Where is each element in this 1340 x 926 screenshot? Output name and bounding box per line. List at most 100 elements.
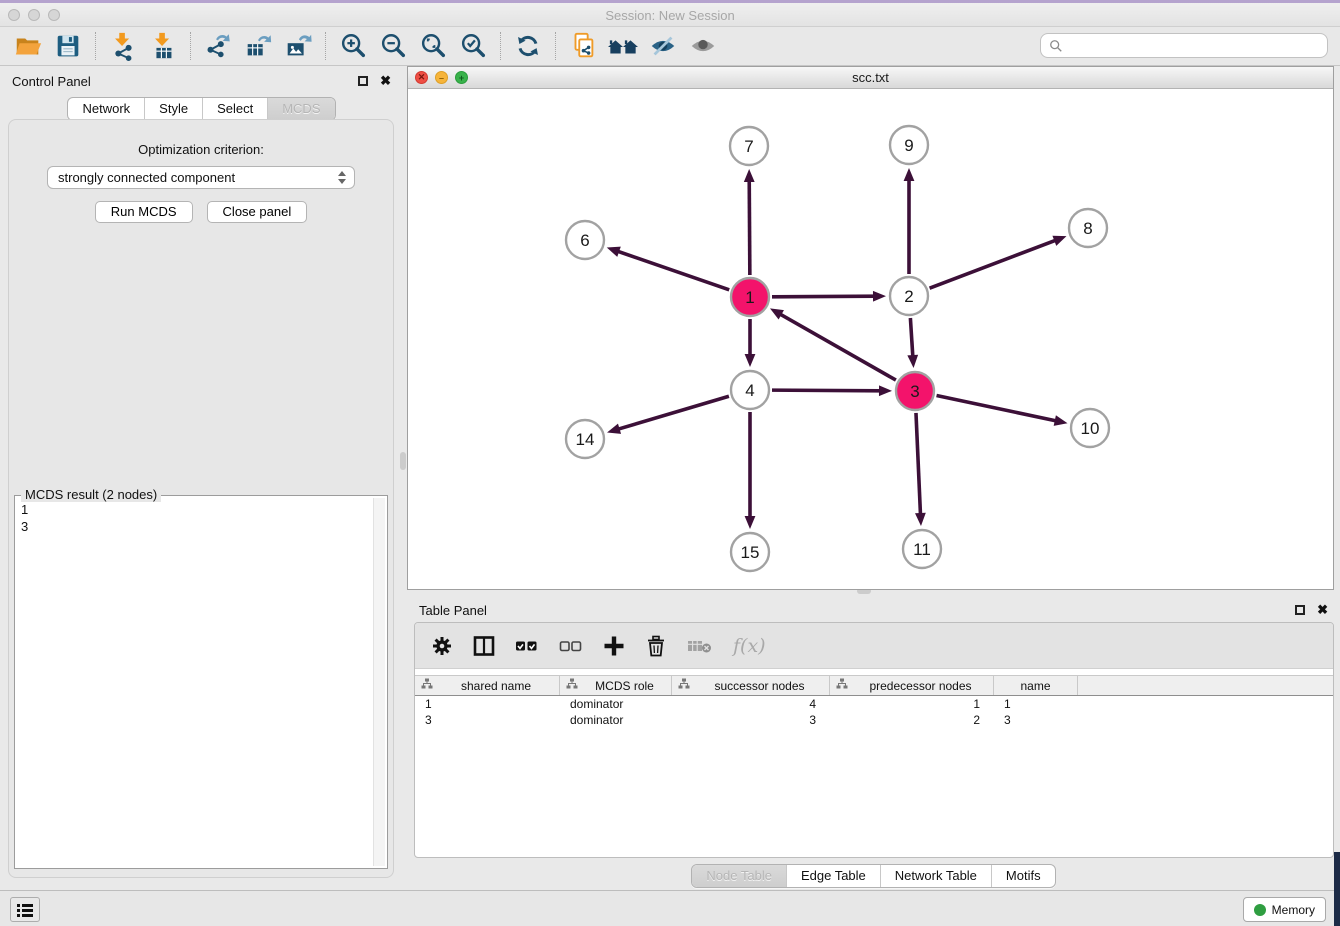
close-panel-icon[interactable]: ✖ (380, 73, 391, 89)
zoom-fit-icon[interactable] (413, 29, 453, 63)
tab-mcds[interactable]: MCDS (267, 98, 334, 120)
column-tree-icon (836, 678, 848, 693)
mcds-button-row: Run MCDS Close panel (9, 201, 393, 223)
graph-node-label-6: 6 (580, 231, 589, 250)
memory-button-label: Memory (1272, 903, 1315, 917)
run-mcds-button[interactable]: Run MCDS (95, 201, 193, 223)
control-panel-header: Control Panel ✖ (0, 66, 403, 96)
column-header-label: shared name (433, 679, 559, 693)
table-panel-header: Table Panel ✖ (407, 595, 1340, 625)
graph-edge-3-11[interactable] (916, 413, 921, 515)
graph-node-label-9: 9 (904, 136, 913, 155)
show-columns-icon[interactable] (473, 631, 495, 661)
memory-button[interactable]: Memory (1243, 897, 1326, 922)
graph-edge-3-10[interactable] (937, 396, 1057, 421)
float-table-panel-icon[interactable] (1295, 605, 1305, 615)
close-panel-button[interactable]: Close panel (207, 201, 308, 223)
table-cell[interactable]: 3 (415, 712, 560, 728)
optimization-criterion-label: Optimization criterion: (9, 142, 393, 157)
task-history-button[interactable] (10, 897, 40, 922)
graph-node-label-10: 10 (1081, 419, 1100, 438)
tab-motifs[interactable]: Motifs (991, 865, 1055, 887)
search-field[interactable] (1040, 33, 1328, 58)
vertical-splitter-handle[interactable] (400, 452, 406, 470)
duplicate-network-icon[interactable] (563, 29, 603, 63)
graph-node-label-4: 4 (745, 381, 754, 400)
tab-network[interactable]: Network (68, 98, 144, 120)
graph-node-label-14: 14 (576, 430, 595, 449)
graph-edge-4-3[interactable] (772, 390, 881, 391)
graph-node-label-7: 7 (744, 137, 753, 156)
column-header-shared-name[interactable]: shared name (415, 676, 560, 695)
mcds-result-text[interactable]: 1 3 (17, 499, 371, 866)
network-window-title: scc.txt (408, 70, 1333, 85)
export-image-icon[interactable] (278, 29, 318, 63)
export-table-icon[interactable] (238, 29, 278, 63)
import-table-icon[interactable] (143, 29, 183, 63)
column-header-successor-nodes[interactable]: successor nodes (672, 676, 830, 695)
hide-selected-icon[interactable] (643, 29, 683, 63)
zoom-in-icon[interactable] (333, 29, 373, 63)
first-neighbors-icon[interactable] (603, 29, 643, 63)
function-builder-icon[interactable]: f(x) (733, 631, 766, 661)
graph-edge-1-6[interactable] (617, 251, 729, 290)
table-body: 1dominator4113dominator323 (415, 696, 1333, 728)
criterion-dropdown[interactable]: strongly connected component (47, 166, 355, 189)
float-panel-icon[interactable] (358, 76, 368, 86)
zoom-selected-icon[interactable] (453, 29, 493, 63)
close-table-panel-icon[interactable]: ✖ (1317, 602, 1328, 618)
table-cell[interactable]: 1 (830, 696, 994, 712)
zoom-out-icon[interactable] (373, 29, 413, 63)
graph-edge-3-1[interactable] (780, 314, 896, 380)
graph-arrowhead-2-9 (904, 168, 915, 181)
toolbar-separator (555, 32, 556, 60)
table-panel: Table Panel ✖ (407, 595, 1340, 890)
column-header-predecessor-nodes[interactable]: predecessor nodes (830, 676, 994, 695)
table-cell[interactable]: dominator (560, 712, 672, 728)
column-tree-icon (421, 678, 433, 693)
tab-node-table[interactable]: Node Table (692, 865, 786, 887)
save-session-icon[interactable] (48, 29, 88, 63)
network-canvas[interactable]: 1234678910111415 (408, 89, 1333, 589)
table-cell[interactable]: 3 (994, 712, 1078, 728)
graph-edge-1-2[interactable] (772, 296, 875, 297)
add-column-icon[interactable] (603, 631, 625, 661)
table-toolbar: f(x) (415, 623, 1333, 669)
graph-edge-4-14[interactable] (618, 396, 729, 429)
column-header-label: name (994, 679, 1077, 693)
select-all-rows-icon[interactable] (515, 631, 539, 661)
graph-edge-2-3[interactable] (910, 318, 912, 357)
column-header-name[interactable]: name (994, 676, 1078, 695)
table-cell[interactable]: 3 (672, 712, 830, 728)
tab-edge-table[interactable]: Edge Table (786, 865, 880, 887)
table-cell[interactable]: 4 (672, 696, 830, 712)
export-network-icon[interactable] (198, 29, 238, 63)
control-panel-tabs: NetworkStyleSelectMCDS (67, 97, 335, 121)
graph-edge-1-7[interactable] (749, 180, 750, 275)
delete-columns-icon[interactable] (645, 631, 667, 661)
table-cell[interactable]: dominator (560, 696, 672, 712)
table-cell[interactable]: 2 (830, 712, 994, 728)
table-row[interactable]: 3dominator323 (415, 712, 1333, 728)
mcds-panel: Optimization criterion: strongly connect… (8, 119, 394, 878)
graph-node-label-15: 15 (741, 543, 760, 562)
mcds-result-scrollbar[interactable] (373, 498, 385, 866)
tab-select[interactable]: Select (202, 98, 267, 120)
table-settings-icon[interactable] (431, 631, 453, 661)
destroy-table-icon[interactable] (687, 631, 713, 661)
table-cell[interactable]: 1 (994, 696, 1078, 712)
tab-network-table[interactable]: Network Table (880, 865, 991, 887)
column-header-MCDS-role[interactable]: MCDS role (560, 676, 672, 695)
refresh-view-icon[interactable] (508, 29, 548, 63)
search-input[interactable] (1068, 38, 1319, 53)
table-row[interactable]: 1dominator411 (415, 696, 1333, 712)
graph-edge-2-8[interactable] (930, 240, 1057, 288)
import-network-icon[interactable] (103, 29, 143, 63)
network-window-titlebar[interactable]: ✕ – + scc.txt (408, 67, 1333, 89)
tab-style[interactable]: Style (144, 98, 202, 120)
node-table-container: f(x) shared nameMCDS rolesuccessor nodes… (414, 622, 1334, 858)
open-session-icon[interactable] (8, 29, 48, 63)
show-all-icon[interactable] (683, 29, 723, 63)
deselect-all-rows-icon[interactable] (559, 631, 583, 661)
table-cell[interactable]: 1 (415, 696, 560, 712)
